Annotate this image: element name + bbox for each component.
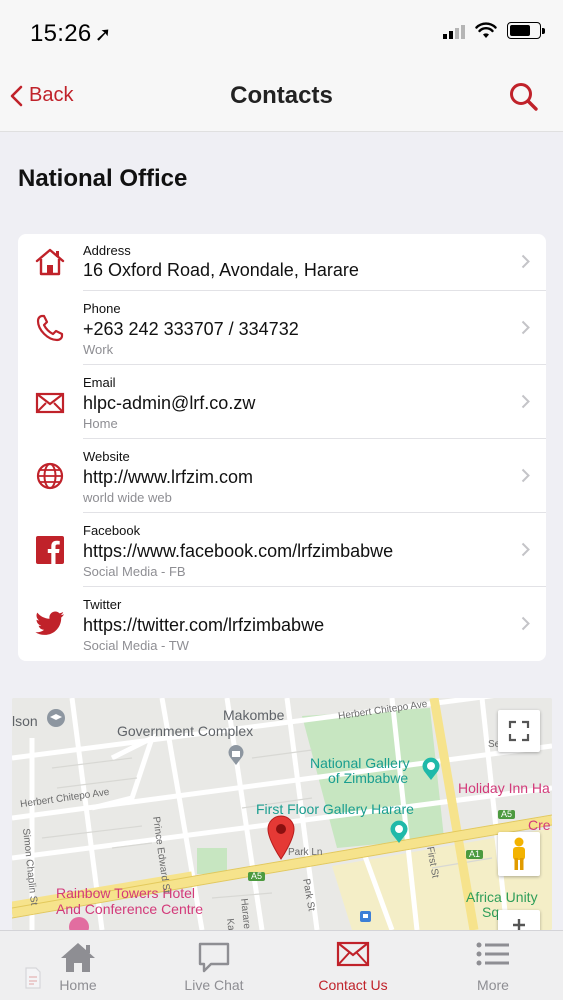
fullscreen-icon [508,720,530,742]
contact-value: http://www.lrfzim.com [83,467,254,487]
status-indicators [443,22,545,39]
chevron-right-icon [521,616,530,636]
tab-label: Live Chat [184,977,244,993]
contact-row-twitter[interactable]: Twitter https://twitter.com/lrfzimbabwe … [18,587,546,661]
landmark-icon [226,744,246,771]
road-badge: A5 [248,871,266,882]
map-label: First Floor Gallery Harare [256,801,414,817]
search-icon [510,83,538,111]
chevron-right-icon [521,320,530,340]
map-label: Kaguvi [224,918,238,930]
tab-label: Home [59,977,97,993]
contact-row-website[interactable]: Website http://www.lrfzim.com world wide… [18,439,546,513]
search-button[interactable] [509,82,539,117]
envelope-icon [336,941,370,967]
pegman-icon [513,837,525,870]
map-label: National Gallery [310,755,410,771]
tab-bar: Home Live Chat Contact Us More [0,930,563,1000]
email-icon [34,387,66,419]
map-label: And Conference Centre [56,901,204,917]
contact-label: Address [83,243,131,258]
status-bar: 15:26 ➚ [0,0,563,64]
map-label: Makombe [223,707,285,723]
street-view-button[interactable] [498,832,540,876]
contact-label: Phone [83,301,121,316]
tab-more[interactable]: More [423,931,563,1000]
nav-bar: Back Contacts [0,64,563,132]
contact-label: Twitter [83,597,122,612]
contact-value: https://twitter.com/lrfzimbabwe [83,615,325,635]
signal-icon [443,23,465,39]
chevron-right-icon [521,468,530,488]
chevron-right-icon [521,254,530,274]
contact-sub: Social Media - TW [83,638,189,653]
zoom-in-button[interactable] [498,910,540,930]
section-title: National Office [18,165,188,192]
contact-sub: Work [83,342,114,357]
plus-icon [513,919,525,930]
map-label: Rainbow Towers Hotel [56,885,196,901]
home-tab-icon [61,943,95,972]
map-label: lson [12,713,38,729]
museum-icon [420,757,442,786]
gallery-icon [388,820,410,849]
contact-label: Website [83,449,130,464]
chevron-right-icon [521,542,530,562]
facebook-icon [34,534,66,566]
globe-icon [34,460,66,492]
contact-row-phone[interactable]: Phone +263 242 333707 / 334732 Work [18,291,546,365]
tab-label: More [477,977,509,993]
contact-row-email[interactable]: Email hlpc-admin@lrf.co.zw Home [18,365,546,439]
map-label: of Zimbabwe [328,770,409,786]
tab-live-chat[interactable]: Live Chat [144,931,284,1000]
page-title: Contacts [230,82,333,109]
road-badge: A5 [498,809,516,820]
map-label: Africa Unity [466,889,538,905]
contact-value: 16 Oxford Road, Avondale, Harare [83,260,359,280]
list-icon [476,942,509,966]
contact-label: Email [83,375,116,390]
map-label: Sq [482,904,500,920]
map-label: Government Complex [117,723,254,739]
location-arrow-icon: ➚ [94,24,112,46]
twitter-icon [34,608,66,640]
map-label: Holiday Inn Ha [458,780,550,796]
fullscreen-button[interactable] [498,710,540,752]
university-icon [46,708,66,733]
road-badge: A1 [466,849,484,860]
map-label: Cre [528,817,551,833]
contact-value: hlpc-admin@lrf.co.zw [83,393,256,413]
contact-value: https://www.facebook.com/lrfzimbabwe [83,541,394,561]
contact-sub: Home [83,416,118,431]
chat-icon [198,942,230,973]
hotel-icon [68,916,90,930]
contact-sub: Social Media - FB [83,564,186,579]
contact-row-facebook[interactable]: Facebook https://www.facebook.com/lrfzim… [18,513,546,587]
map-label: Park Ln [288,847,323,858]
tab-home[interactable]: Home [8,931,148,1000]
phone-icon [34,312,66,344]
contact-list: Address 16 Oxford Road, Avondale, Harare… [18,234,546,661]
wifi-icon [475,22,497,38]
contact-label: Facebook [83,523,141,538]
map-view[interactable]: lson Makombe Government Complex National… [12,698,552,930]
contact-row-address[interactable]: Address 16 Oxford Road, Avondale, Harare [18,234,546,291]
tab-contact-us[interactable]: Contact Us [283,931,423,1000]
battery-icon [507,22,545,39]
tab-label: Contact Us [318,977,388,993]
contact-value: +263 242 333707 / 334732 [83,319,299,339]
status-time: 15:26 ➚ [30,20,112,47]
home-icon [34,246,66,278]
contact-sub: world wide web [83,490,172,505]
chevron-right-icon [521,394,530,414]
